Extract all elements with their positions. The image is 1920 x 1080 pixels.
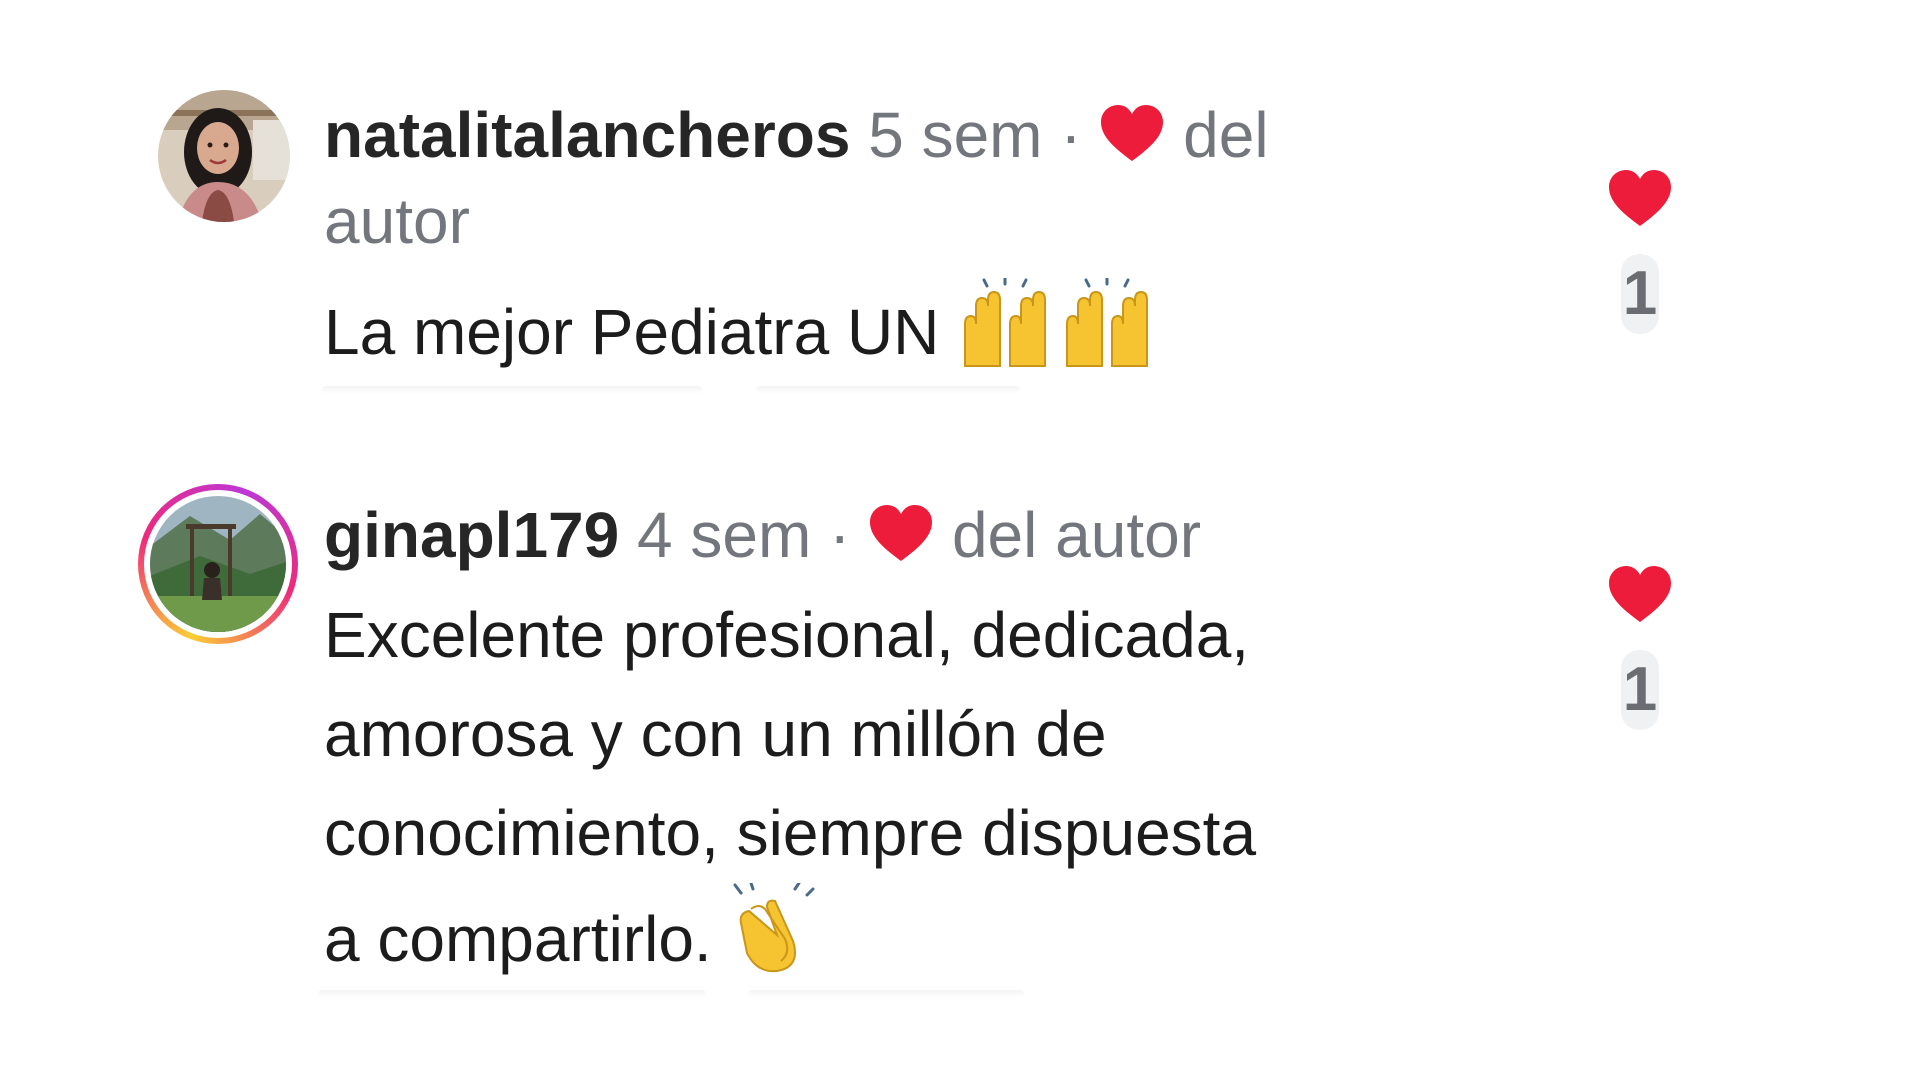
author-like-label-continued: autor [324,185,470,257]
raising-hands-icon [957,276,1157,396]
author-like-label: del [1183,99,1269,171]
like-heart-icon[interactable] [1607,170,1673,228]
comment-line: amorosa y con un millón de [324,698,1107,770]
reply-bar-stub [318,990,706,998]
like-count[interactable]: 1 [1620,650,1660,730]
avatar-photo [158,90,290,222]
author-like-heart-icon [1101,105,1164,161]
avatar [150,496,286,632]
timestamp[interactable]: 4 sem [637,499,811,571]
reply-bar-stub [756,386,1020,394]
comment-item: ginapl179 4 sem · del autor Excelente pr… [0,400,1920,1000]
like-column: 1 [1600,170,1680,334]
reply-bar-stub [322,386,702,394]
comment-text: La mejor Pediatra UN [324,276,1524,396]
reply-bar-stub [748,990,1024,998]
comment-line: conocimiento, siempre dispuesta [324,797,1257,869]
like-column: 1 [1600,566,1680,730]
avatar-photo [150,496,286,632]
author-like-label: del autor [951,499,1201,571]
username[interactable]: natalitalancheros [324,99,850,171]
username[interactable]: ginapl179 [324,499,619,571]
comment-body: La mejor Pediatra UN [324,296,940,368]
story-ring-avatar[interactable] [138,484,298,644]
like-heart-icon[interactable] [1607,566,1673,624]
comment-meta: natalitalancheros 5 sem · del autor [324,92,1434,264]
avatar[interactable] [158,90,290,222]
clapping-hands-icon [729,881,819,1003]
comment-meta: ginapl179 4 sem · del autor [324,492,1524,578]
comment-line: a compartirlo. [324,903,712,975]
comment-text: Excelente profesional, dedicada, amorosa… [324,586,1564,1003]
like-count[interactable]: 1 [1620,254,1660,334]
comment-line: Excelente profesional, dedicada, [324,599,1250,671]
separator: · [1060,99,1082,171]
author-like-heart-icon [870,505,933,561]
comment-item: natalitalancheros 5 sem · del autor La m… [0,0,1920,400]
separator: · [829,499,851,571]
timestamp[interactable]: 5 sem [868,99,1042,171]
